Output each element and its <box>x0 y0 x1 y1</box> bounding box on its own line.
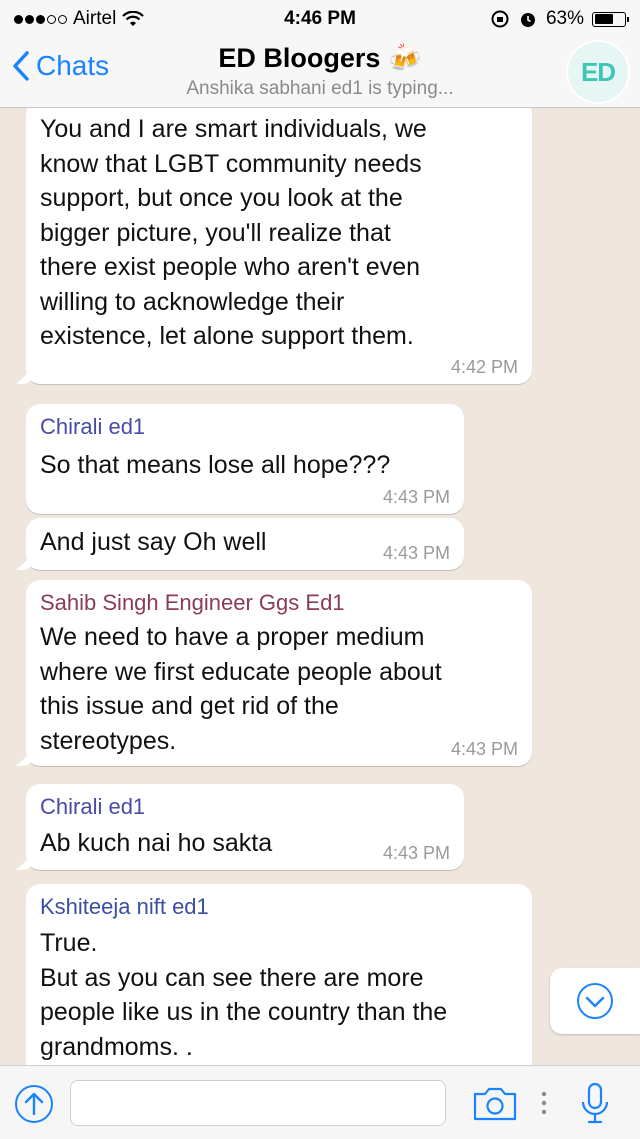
alarm-icon <box>520 13 535 27</box>
message-bubble[interactable]: Chirali ed1 So that means lose all hope?… <box>26 404 464 514</box>
message-input-bar <box>0 1065 640 1139</box>
message-line: stereotypes. <box>40 726 177 755</box>
message-line: willing to acknowledge their <box>40 287 345 316</box>
more-options-icon[interactable] <box>540 1090 548 1121</box>
message-time: 4:43 PM <box>382 543 450 563</box>
message-list[interactable]: You and I are smart individuals, we know… <box>0 108 640 1065</box>
chat-header: Chats ED Bloogers 🍻 Anshika sabhani ed1 … <box>0 38 640 108</box>
message-line: people like us in the country than the <box>40 998 448 1026</box>
group-avatar[interactable]: ED <box>566 40 630 104</box>
attach-button[interactable] <box>14 1084 54 1129</box>
message-bubble[interactable]: And just say Oh well 4:43 PM <box>16 518 464 570</box>
microphone-icon <box>581 1082 609 1124</box>
scroll-to-bottom-button[interactable] <box>550 968 640 1034</box>
battery-percent: 63% <box>545 8 584 29</box>
message-line: bigger picture, you'll realize that <box>40 218 391 247</box>
clock: 4:46 PM <box>284 8 356 29</box>
group-title[interactable]: ED Bloogers 🍻 <box>0 42 640 74</box>
message-line: know that LGBT community needs <box>40 149 422 178</box>
message-time: 4:43 PM <box>450 739 518 759</box>
message-line: support, but once you look at the <box>40 184 403 212</box>
message-time: 4:43 PM <box>382 843 450 863</box>
battery-icon <box>592 11 629 27</box>
message-line: this issue and get rid of the <box>40 692 339 720</box>
wifi-icon <box>122 11 145 26</box>
message-bubble[interactable]: Kshiteeja nift ed1 True. But as you can … <box>26 884 532 1065</box>
signal-icon <box>14 14 67 24</box>
message-time: 4:43 PM <box>382 487 450 507</box>
sender-name[interactable]: Chirali ed1 <box>40 412 450 442</box>
camera-icon <box>473 1087 517 1121</box>
sender-name[interactable]: Sahib Singh Engineer Ggs Ed1 <box>40 588 518 618</box>
message-line: You and I are smart individuals, we <box>40 115 427 143</box>
message-bubble[interactable]: You and I are smart individuals, we know… <box>16 108 532 384</box>
message-input[interactable] <box>70 1080 446 1126</box>
message-line: existence, let alone support them. <box>40 322 414 350</box>
carrier-label: Airtel <box>73 8 117 29</box>
camera-button[interactable] <box>472 1086 518 1127</box>
message-time: 4:42 PM <box>450 357 518 377</box>
message-bubble[interactable]: Chirali ed1 Ab kuch nai ho sakta 4:43 PM <box>16 784 464 870</box>
message-line: grandmoms. . <box>40 1032 193 1061</box>
sender-name[interactable]: Chirali ed1 <box>40 792 450 822</box>
microphone-button[interactable] <box>580 1082 610 1131</box>
message-line: So that means lose all hope??? <box>40 451 391 479</box>
message-line: where we first educate people about <box>40 657 442 686</box>
message-line: there exist people who aren't even <box>40 253 421 281</box>
chevron-down-circle-icon <box>577 983 613 1019</box>
message-line: But as you can see there are more <box>40 963 424 992</box>
avatar-text: ED <box>580 56 616 87</box>
upload-arrow-icon <box>15 1085 53 1123</box>
message-bubble[interactable]: Sahib Singh Engineer Ggs Ed1 We need to … <box>16 580 532 766</box>
message-line: True. <box>40 929 98 957</box>
status-bar: Airtel 4:46 PM 63% <box>0 0 640 38</box>
message-line: We need to have a proper medium <box>40 623 425 651</box>
sender-name[interactable]: Kshiteeja nift ed1 <box>40 892 518 922</box>
rotation-lock-icon <box>491 10 509 28</box>
typing-status: Anshika sabhani ed1 is typing... <box>186 78 454 99</box>
